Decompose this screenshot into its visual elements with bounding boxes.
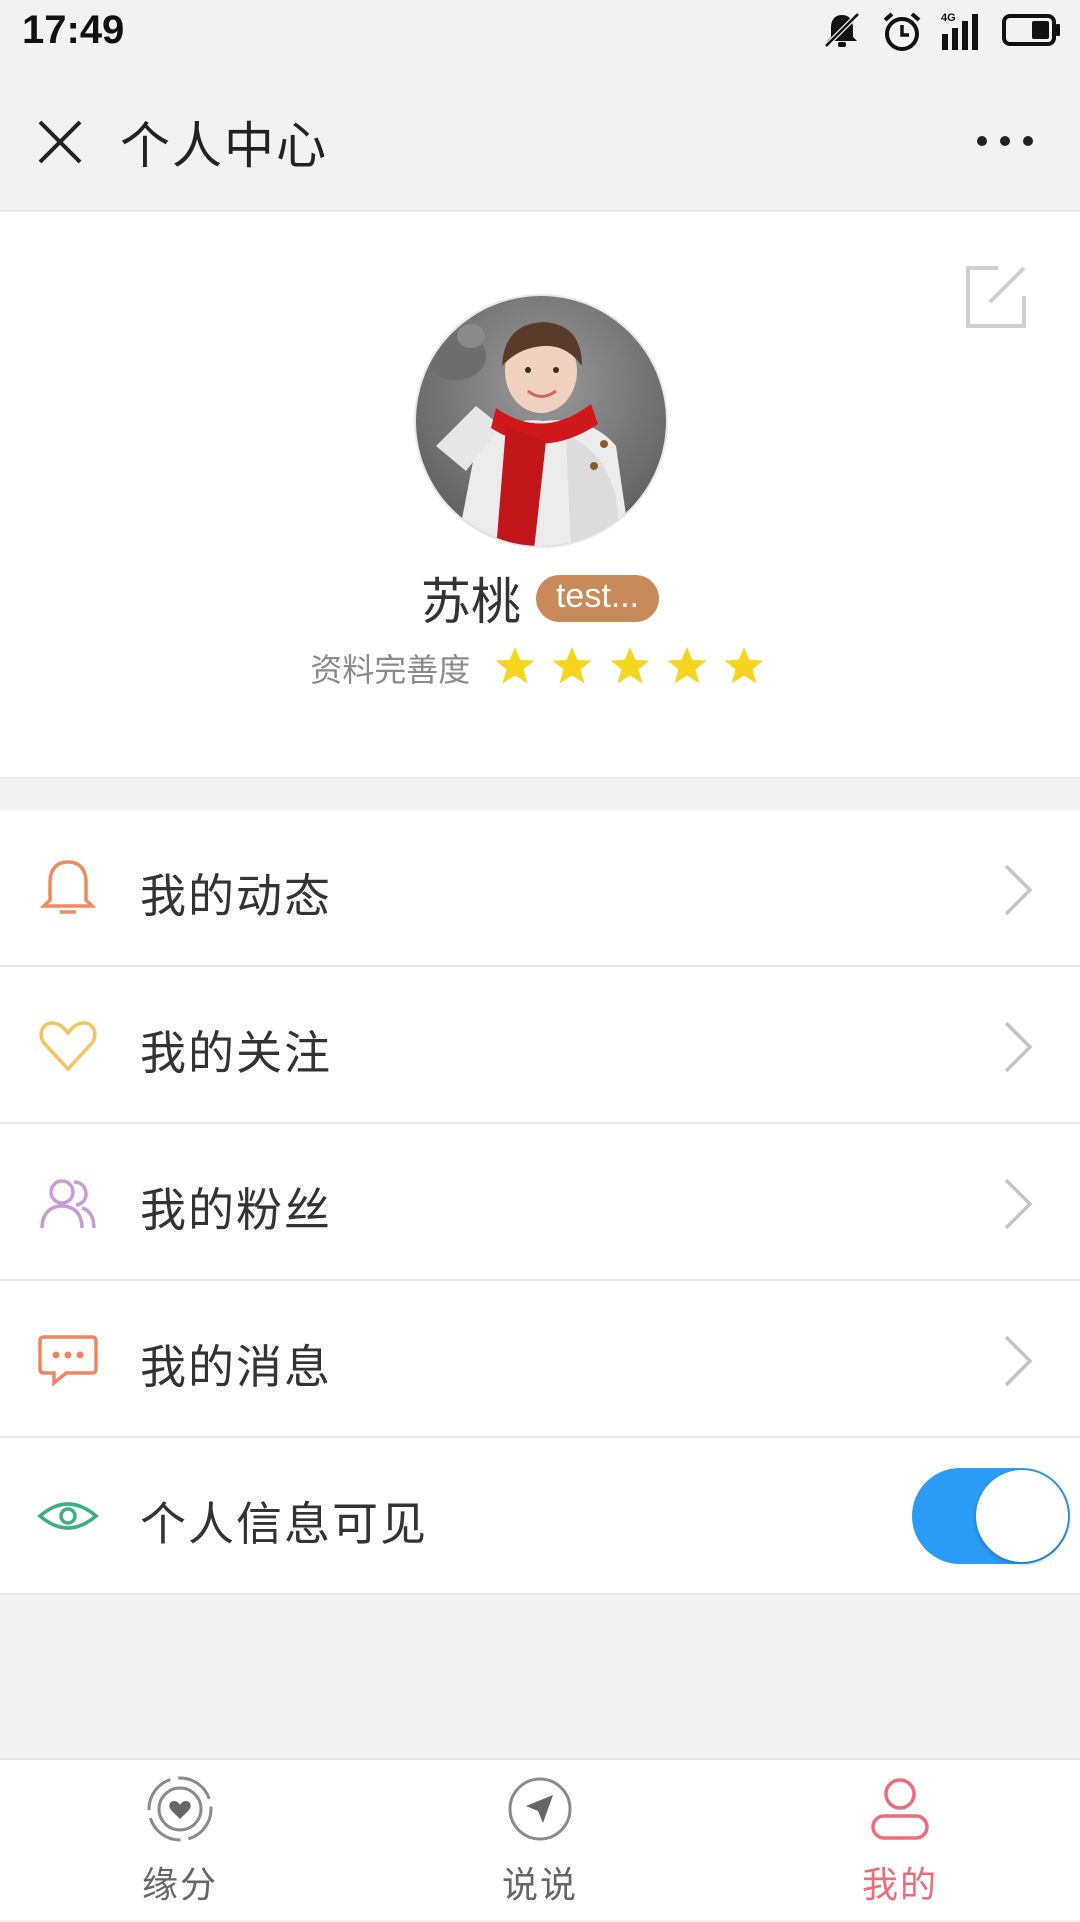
message-icon — [38, 1335, 98, 1387]
completeness-label: 资料完善度 — [310, 651, 471, 689]
battery-icon — [1002, 14, 1060, 46]
star-icon — [495, 647, 535, 684]
heart-target-icon — [147, 1776, 213, 1842]
close-button[interactable] — [30, 112, 90, 172]
menu-item-my-posts[interactable]: 我的动态 — [0, 810, 1080, 967]
chevron-right-icon — [1004, 1178, 1033, 1230]
name-row: 苏桃 test... — [0, 562, 1080, 642]
menu-list: 我的动态 我的关注 我的粉丝 我的消息 个人信息可见 — [0, 810, 1080, 1595]
menu-item-my-follows[interactable]: 我的关注 — [0, 967, 1080, 1124]
profile-completeness: 资料完善度 — [0, 644, 1080, 704]
menu-item-label: 我的关注 — [140, 1026, 332, 1080]
menu-item-profile-visibility: 个人信息可见 — [0, 1438, 1080, 1595]
nav-label: 说说 — [501, 1865, 578, 1906]
heart-icon — [39, 1021, 97, 1072]
avatar[interactable] — [414, 294, 668, 548]
bottom-nav: 缘分 说说 我的 — [0, 1758, 1080, 1920]
star-icon — [667, 647, 707, 684]
user-icon — [871, 1778, 929, 1840]
page-title: 个人中心 — [120, 117, 328, 175]
compass-icon — [508, 1777, 572, 1841]
edit-icon — [966, 266, 1026, 328]
svg-text:4G: 4G — [941, 12, 956, 24]
users-icon — [40, 1179, 96, 1229]
menu-item-label: 我的消息 — [140, 1340, 332, 1394]
edit-profile-button[interactable] — [960, 262, 1030, 332]
completeness-rating — [489, 644, 769, 692]
toggle-knob — [976, 1470, 1068, 1562]
star-icon — [610, 647, 650, 684]
status-time: 17:49 — [22, 8, 125, 52]
bell-muted-icon — [824, 12, 860, 48]
menu-item-label: 我的动态 — [140, 869, 332, 923]
signal-4g-icon: 4G — [941, 12, 978, 50]
nav-tab-mine[interactable]: 我的 — [720, 1760, 1080, 1922]
close-icon — [38, 120, 82, 164]
nav-tab-match[interactable]: 缘分 — [0, 1760, 360, 1922]
menu-item-label: 个人信息可见 — [140, 1497, 428, 1551]
menu-item-my-fans[interactable]: 我的粉丝 — [0, 1124, 1080, 1281]
menu-item-my-messages[interactable]: 我的消息 — [0, 1281, 1080, 1438]
alarm-icon — [883, 12, 921, 51]
profile-card: 苏桃 test... 资料完善度 — [0, 212, 1080, 778]
star-icon — [724, 647, 764, 684]
visibility-toggle[interactable] — [912, 1468, 1070, 1564]
avatar-photo — [416, 296, 666, 546]
status-bar: 17:49 4G — [0, 0, 1080, 66]
menu-item-label: 我的粉丝 — [140, 1183, 332, 1237]
eye-icon — [37, 1502, 99, 1530]
nav-tab-posts[interactable]: 说说 — [360, 1760, 720, 1922]
nav-label: 缘分 — [141, 1865, 218, 1906]
chevron-right-icon — [1004, 864, 1033, 916]
user-tag-badge: test... — [535, 574, 660, 622]
chevron-right-icon — [1004, 1021, 1033, 1073]
more-icon — [977, 136, 1033, 146]
more-button[interactable] — [970, 126, 1040, 156]
star-icon — [552, 647, 592, 684]
nav-label: 我的 — [861, 1865, 938, 1906]
title-bar: 个人中心 — [0, 66, 1080, 211]
user-name: 苏桃 — [420, 573, 521, 631]
chevron-right-icon — [1004, 1335, 1033, 1387]
bell-icon — [39, 860, 97, 914]
